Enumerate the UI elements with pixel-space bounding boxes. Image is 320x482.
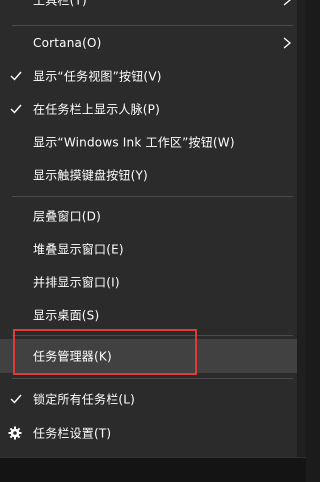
menu-item-task-manager[interactable]: 任务管理器(K) xyxy=(0,339,297,373)
menu-separator xyxy=(12,378,293,379)
menu-item-cortana[interactable]: Cortana(O) xyxy=(0,26,297,60)
menu-item-show-windows-ink-label: 显示“Windows Ink 工作区”按钮(W) xyxy=(33,135,235,150)
menu-item-cortana-label: Cortana(O) xyxy=(33,36,102,50)
gear-icon xyxy=(8,426,22,440)
menu-item-show-touch-keyboard[interactable]: 显示触摸键盘按钮(Y) xyxy=(0,158,297,192)
menu-item-show-people-label: 在任务栏上显示人脉(P) xyxy=(33,102,161,117)
menu-item-show-task-view-label: 显示“任务视图”按钮(V) xyxy=(33,69,162,84)
checkmark-icon xyxy=(10,394,22,404)
chevron-right-icon xyxy=(283,0,292,6)
menu-item-cascade-windows[interactable]: 层叠窗口(D) xyxy=(0,199,297,233)
menu-item-stack-windows-label: 堆叠显示窗口(E) xyxy=(33,242,124,257)
menu-item-taskbar-settings-label: 任务栏设置(T) xyxy=(33,426,112,441)
menu-item-show-desktop[interactable]: 显示桌面(S) xyxy=(0,298,297,332)
taskbar-context-menu: 工具栏(T) Cortana(O) 显示“任务视图”按钮(V) 在任务栏上显示人… xyxy=(0,0,297,457)
taskbar[interactable] xyxy=(0,457,306,482)
checkmark-icon xyxy=(10,104,22,114)
menu-item-task-manager-label: 任务管理器(K) xyxy=(33,349,112,364)
chevron-right-icon xyxy=(283,37,292,49)
menu-separator xyxy=(12,335,293,336)
menu-item-taskbar-settings[interactable]: 任务栏设置(T) xyxy=(0,416,297,450)
menu-item-side-by-side-windows[interactable]: 并排显示窗口(I) xyxy=(0,265,297,299)
menu-item-toolbars-label: 工具栏(T) xyxy=(33,0,87,8)
menu-separator xyxy=(12,196,293,197)
menu-item-side-by-side-windows-label: 并排显示窗口(I) xyxy=(33,275,120,290)
menu-item-lock-taskbars[interactable]: 锁定所有任务栏(L) xyxy=(0,382,297,416)
menu-item-show-touch-keyboard-label: 显示触摸键盘按钮(Y) xyxy=(33,168,148,183)
checkmark-icon xyxy=(10,71,22,81)
menu-item-show-desktop-label: 显示桌面(S) xyxy=(33,308,100,323)
menu-item-show-windows-ink[interactable]: 显示“Windows Ink 工作区”按钮(W) xyxy=(0,125,297,159)
menu-item-toolbars[interactable]: 工具栏(T) xyxy=(0,0,297,17)
desktop-background xyxy=(297,0,306,457)
menu-item-stack-windows[interactable]: 堆叠显示窗口(E) xyxy=(0,232,297,266)
menu-item-lock-taskbars-label: 锁定所有任务栏(L) xyxy=(33,392,136,407)
menu-item-cascade-windows-label: 层叠窗口(D) xyxy=(33,209,102,224)
menu-item-show-task-view[interactable]: 显示“任务视图”按钮(V) xyxy=(0,59,297,93)
menu-item-show-people[interactable]: 在任务栏上显示人脉(P) xyxy=(0,92,297,126)
